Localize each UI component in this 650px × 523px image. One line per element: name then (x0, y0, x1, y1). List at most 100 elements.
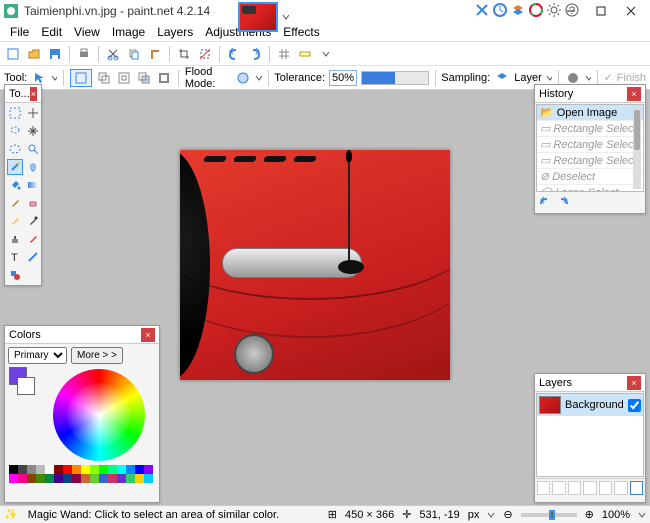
palette-swatch[interactable] (117, 465, 126, 474)
duplicate-layer-button[interactable] (568, 481, 581, 495)
paste-button[interactable] (146, 45, 164, 63)
palette-swatch[interactable] (27, 465, 36, 474)
copy-button[interactable] (125, 45, 143, 63)
move-selection-tool[interactable] (25, 105, 41, 121)
zoom-slider[interactable] (521, 513, 577, 517)
sampling-dropdown-icon[interactable] (546, 74, 552, 82)
palette-swatch[interactable] (54, 474, 63, 483)
maximize-button[interactable] (586, 1, 616, 21)
history-undo-icon[interactable] (538, 196, 552, 210)
deselect-button[interactable] (196, 45, 214, 63)
close-button[interactable] (616, 1, 646, 21)
layer-list[interactable]: Background (536, 393, 644, 477)
sampling-layer-button[interactable] (494, 69, 510, 87)
settings-icon[interactable] (546, 2, 562, 18)
menu-view[interactable]: View (68, 23, 106, 41)
new-button[interactable] (4, 45, 22, 63)
layers-close-icon[interactable]: × (627, 376, 641, 390)
palette-swatch[interactable] (63, 465, 72, 474)
image-canvas[interactable] (180, 150, 450, 380)
palette-swatch[interactable] (36, 465, 45, 474)
flood-contiguous-button[interactable] (235, 69, 251, 87)
history-scrollbar[interactable] (633, 108, 641, 189)
tolerance-input[interactable] (329, 70, 357, 86)
tab-dropdown-icon[interactable] (282, 13, 290, 21)
layer-properties-button[interactable] (630, 481, 643, 495)
palette-swatch[interactable] (72, 465, 81, 474)
palette-swatch[interactable] (81, 465, 90, 474)
undo-button[interactable] (225, 45, 243, 63)
pencil-tool[interactable] (7, 213, 23, 229)
secondary-color-swatch[interactable] (17, 377, 35, 395)
layer-down-button[interactable] (614, 481, 627, 495)
zoom-tool[interactable] (25, 141, 41, 157)
ruler-button[interactable] (296, 45, 314, 63)
history-item[interactable]: ▭Rectangle Select (537, 137, 643, 153)
history-item[interactable]: ▭Rectangle Select (537, 153, 643, 169)
tools-close-icon[interactable]: × (30, 87, 37, 101)
eraser-tool[interactable] (25, 195, 41, 211)
layer-up-button[interactable] (599, 481, 612, 495)
color-mode-select[interactable]: Primary (8, 347, 67, 364)
zoom-out-icon[interactable]: ⊖ (503, 508, 512, 521)
tools-window-icon[interactable] (474, 2, 490, 18)
move-pixels-tool[interactable] (25, 123, 41, 139)
history-close-icon[interactable]: × (627, 87, 641, 101)
palette-swatch[interactable] (18, 465, 27, 474)
history-item[interactable]: ▭Rectangle Select (537, 121, 643, 137)
clone-stamp-tool[interactable] (7, 231, 23, 247)
history-item[interactable]: ◯Lasso Select (537, 185, 643, 192)
palette-swatch[interactable] (45, 465, 54, 474)
more-colors-button[interactable]: More > > (71, 347, 123, 364)
selection-intersect-mode[interactable] (136, 69, 152, 87)
palette-swatch[interactable] (108, 474, 117, 483)
paint-bucket-tool[interactable] (7, 177, 23, 193)
recolor-tool[interactable] (25, 231, 41, 247)
menu-image[interactable]: Image (106, 23, 151, 41)
palette-swatch[interactable] (135, 474, 144, 483)
palette-swatch[interactable] (90, 474, 99, 483)
colors-close-icon[interactable]: × (141, 328, 155, 342)
save-button[interactable] (46, 45, 64, 63)
palette-swatch[interactable] (18, 474, 27, 483)
pan-tool[interactable] (25, 159, 41, 175)
history-list[interactable]: 📂Open Image ▭Rectangle Select ▭Rectangle… (536, 104, 644, 192)
print-button[interactable] (75, 45, 93, 63)
palette-swatch[interactable] (126, 474, 135, 483)
palette-swatch[interactable] (9, 465, 18, 474)
lasso-tool[interactable] (7, 123, 23, 139)
zoom-in-icon[interactable]: ⊕ (585, 508, 594, 521)
zoom-dropdown-icon[interactable] (638, 511, 646, 519)
palette-swatch[interactable] (45, 474, 54, 483)
palette-swatch[interactable] (81, 474, 90, 483)
palette-swatch[interactable] (72, 474, 81, 483)
palette-swatch[interactable] (135, 465, 144, 474)
menu-file[interactable]: File (4, 23, 35, 41)
units-dropdown[interactable] (317, 45, 335, 63)
menu-edit[interactable]: Edit (35, 23, 68, 41)
shapes-tool[interactable] (7, 267, 23, 283)
unit-dropdown-icon[interactable] (487, 511, 495, 519)
palette-swatch[interactable] (9, 474, 18, 483)
merge-layer-button[interactable] (583, 481, 596, 495)
paintbrush-tool[interactable] (7, 195, 23, 211)
magic-wand-tool[interactable] (7, 159, 23, 175)
cut-button[interactable] (104, 45, 122, 63)
redo-button[interactable] (246, 45, 264, 63)
palette-swatch[interactable] (99, 474, 108, 483)
gradient-tool[interactable] (25, 177, 41, 193)
add-layer-button[interactable] (537, 481, 550, 495)
antialias-dropdown-icon[interactable] (585, 74, 591, 82)
layer-visible-checkbox[interactable] (628, 399, 641, 412)
layers-window-icon[interactable] (510, 2, 526, 18)
line-tool[interactable] (25, 249, 41, 265)
image-tab-thumbnail[interactable] (238, 2, 278, 32)
help-icon[interactable]: ? (564, 2, 580, 18)
layer-item[interactable]: Background (537, 394, 643, 416)
palette-swatch[interactable] (90, 465, 99, 474)
delete-layer-button[interactable] (552, 481, 565, 495)
color-picker-tool[interactable] (25, 213, 41, 229)
palette-swatch[interactable] (144, 465, 153, 474)
palette-swatch[interactable] (99, 465, 108, 474)
color-wheel[interactable] (53, 369, 145, 461)
